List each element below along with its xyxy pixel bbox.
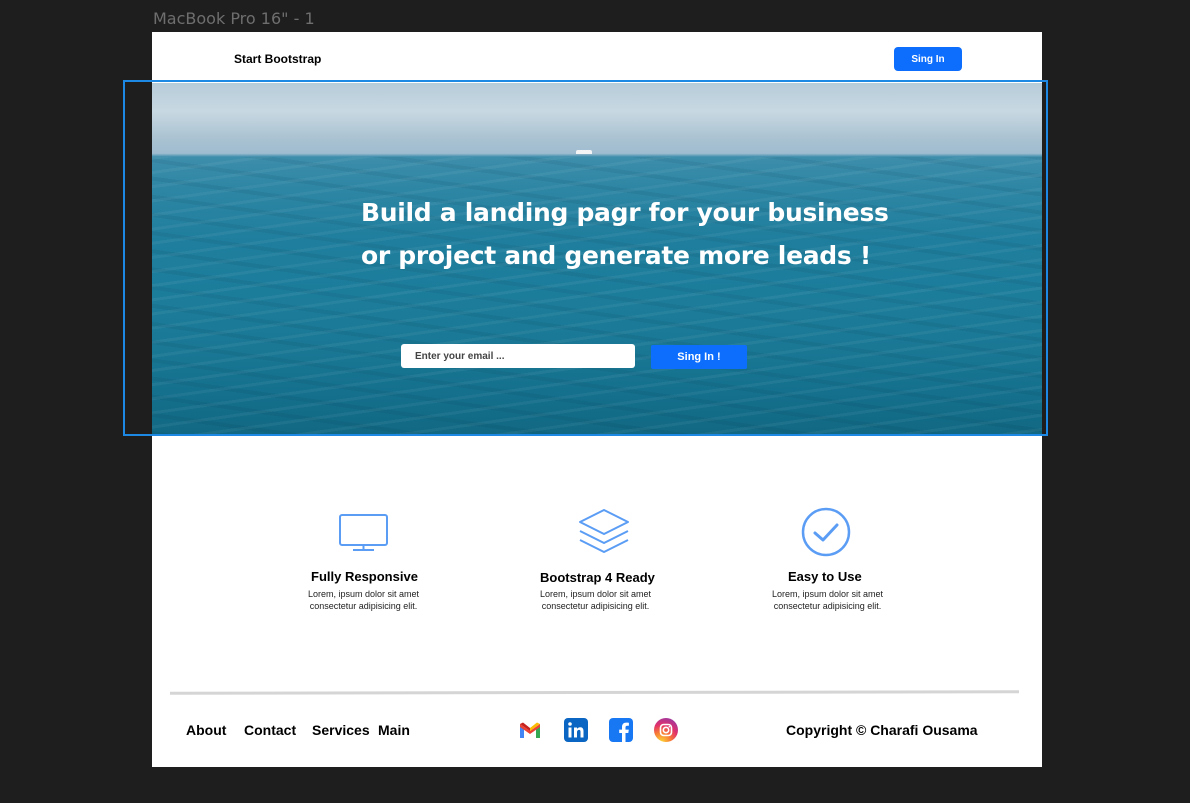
feature-description: Lorem, ipsum dolor sit amet consectetur … [540, 589, 651, 612]
email-input[interactable] [401, 344, 635, 368]
feature-description-line-2: consectetur adipisicing elit. [541, 600, 650, 611]
feature-description-line-2: consectetur adipisicing elit. [773, 600, 882, 611]
feature-description: Lorem, ipsum dolor sit amet consectetur … [308, 589, 419, 612]
hero-heading-line-1: Build a landing pagr for your business [361, 198, 889, 227]
navbar-signin-button[interactable]: Sing In [894, 47, 962, 71]
landing-page-artboard: Start Bootstrap Sing In Build a landing … [152, 32, 1042, 767]
gmail-icon[interactable] [518, 718, 542, 742]
footer-link-contact[interactable]: Contact [244, 722, 296, 738]
monitor-icon [339, 514, 388, 551]
hero-heading: Build a landing pagr for your business o… [361, 191, 889, 277]
brand-logo-text[interactable]: Start Bootstrap [234, 52, 321, 66]
feature-description-line-1: Lorem, ipsum dolor sit amet [308, 589, 420, 599]
feature-title: Easy to Use [788, 569, 862, 584]
instagram-icon[interactable] [654, 718, 678, 742]
hero-signin-button[interactable]: Sing In ! [651, 345, 747, 369]
feature-description-line-1: Lorem, ipsum dolor sit amet [772, 589, 884, 599]
facebook-icon[interactable] [609, 718, 633, 742]
feature-description: Lorem, ipsum dolor sit amet consectetur … [772, 589, 883, 612]
hero-heading-line-2: or project and generate more leads ! [361, 241, 871, 270]
feature-description-line-2: consectetur adipisicing elit. [309, 600, 418, 611]
hero-section: Build a landing pagr for your business o… [152, 83, 1042, 435]
footer-link-about[interactable]: About [186, 722, 226, 738]
layers-icon [579, 509, 629, 553]
footer-copyright: Copyright © Charafi Ousama [786, 722, 978, 738]
feature-title: Bootstrap 4 Ready [540, 570, 655, 585]
check-circle-icon [801, 507, 851, 557]
footer-link-services[interactable]: Services [312, 722, 370, 738]
footer-link-main[interactable]: Main [378, 722, 410, 738]
feature-title: Fully Responsive [311, 569, 418, 584]
boat-icon [576, 150, 592, 154]
linkedin-icon[interactable] [564, 718, 588, 742]
footer-divider [170, 690, 1019, 695]
frame-label: MacBook Pro 16" - 1 [153, 9, 315, 28]
feature-description-line-1: Lorem, ipsum dolor sit amet [540, 589, 652, 599]
